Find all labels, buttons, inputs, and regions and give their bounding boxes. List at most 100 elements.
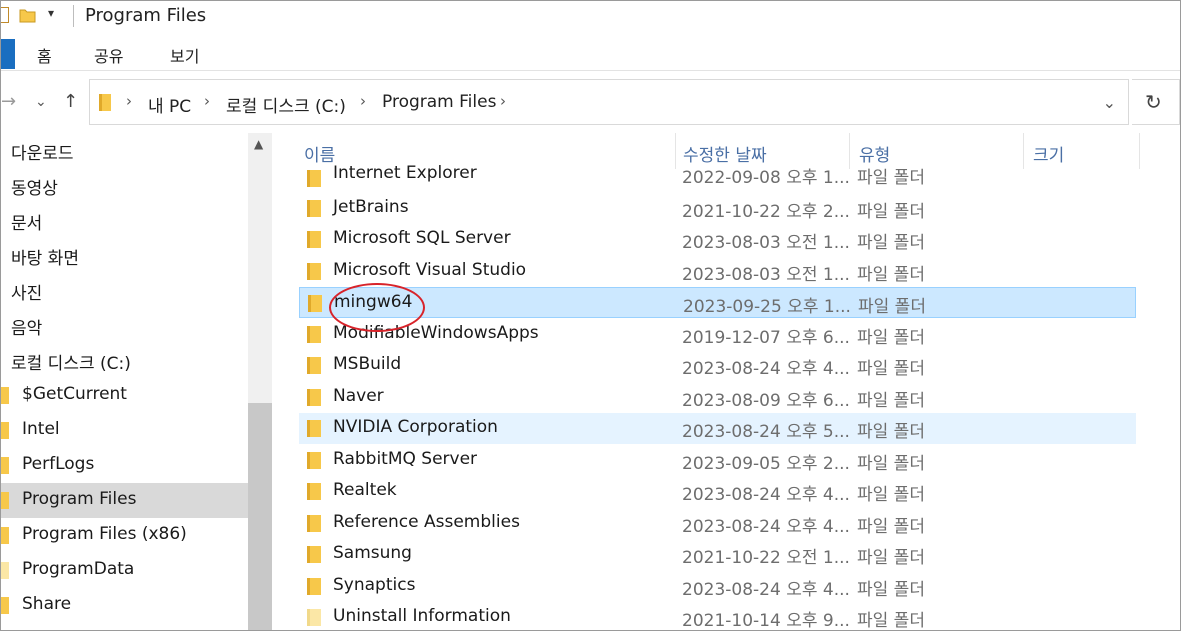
nav-item[interactable]: 사진 xyxy=(1,273,248,308)
title-bar: ▾ Program Files xyxy=(1,1,1180,31)
nav-item-label: PerfLogs xyxy=(22,454,95,474)
file-modified-date: 2021-10-22 오전 1... xyxy=(682,548,850,568)
properties-icon[interactable] xyxy=(1,7,9,23)
title-separator xyxy=(73,5,74,27)
file-name: Realtek xyxy=(333,480,397,500)
address-history-dropdown-icon[interactable]: ⌄ xyxy=(1103,93,1116,112)
folder-icon xyxy=(1,562,9,579)
customize-toolbar-dropdown-icon[interactable]: ▾ xyxy=(48,6,54,20)
file-modified-date: 2023-09-05 오후 2... xyxy=(682,454,850,474)
forward-arrow-icon[interactable]: → xyxy=(1,91,16,112)
navigation-pane-scrollbar[interactable]: ▲ xyxy=(248,133,272,630)
nav-item[interactable]: Program Files xyxy=(1,483,248,518)
file-type: 파일 폴더 xyxy=(857,517,925,537)
file-row[interactable]: ModifiableWindowsApps 2019-12-07 오후 6... 파… xyxy=(299,319,1136,350)
file-type: 파일 폴더 xyxy=(857,611,925,631)
nav-item[interactable]: 로컬 디스크 (C:) xyxy=(1,343,248,378)
file-modified-date: 2023-08-09 오후 6... xyxy=(682,391,850,411)
file-row[interactable]: Reference Assemblies 2023-08-24 오후 4... 파일… xyxy=(299,508,1136,539)
file-type: 파일 폴더 xyxy=(857,168,925,188)
nav-item[interactable]: 음악 xyxy=(1,308,248,343)
file-type: 파일 폴더 xyxy=(857,265,925,285)
file-name: RabbitMQ Server xyxy=(333,449,478,469)
nav-item-label: 로컬 디스크 (C:) xyxy=(11,354,131,374)
folder-icon xyxy=(307,420,321,437)
folder-icon xyxy=(1,457,9,474)
nav-item[interactable]: 문서 xyxy=(1,203,248,238)
file-type: 파일 폴더 xyxy=(857,233,925,253)
file-type: 파일 폴더 xyxy=(857,202,925,222)
folder-icon xyxy=(307,326,321,343)
file-row[interactable]: Naver 2023-08-09 오후 6... 파일 폴더 xyxy=(299,382,1136,413)
file-row[interactable]: RabbitMQ Server 2023-09-05 오후 2... 파일 폴더 xyxy=(299,445,1136,476)
folder-icon xyxy=(307,231,321,248)
nav-item-label: $GetCurrent xyxy=(22,384,127,404)
recent-locations-chevron-icon[interactable]: ⌄ xyxy=(35,94,47,110)
folder-icon xyxy=(307,578,321,595)
breadcrumb-chevron-icon[interactable]: › xyxy=(126,92,132,110)
folder-icon xyxy=(307,515,321,532)
file-row[interactable]: Samsung 2021-10-22 오전 1... 파일 폴더 xyxy=(299,539,1136,570)
tab-view[interactable]: 보기 xyxy=(170,43,199,67)
column-divider[interactable] xyxy=(1139,133,1140,169)
nav-item[interactable]: 바탕 화면 xyxy=(1,238,248,273)
up-arrow-icon[interactable]: ↑ xyxy=(63,91,78,112)
file-type: 파일 폴더 xyxy=(857,580,925,600)
folder-icon xyxy=(1,492,9,509)
refresh-button[interactable]: ↻ xyxy=(1132,79,1180,125)
file-row[interactable]: Microsoft SQL Server 2023-08-03 오전 1... 파일… xyxy=(299,224,1136,255)
file-name: MSBuild xyxy=(333,354,402,374)
folder-icon xyxy=(99,94,111,111)
file-modified-date: 2019-12-07 오후 6... xyxy=(682,328,850,348)
nav-item-label: Share xyxy=(22,594,72,614)
breadcrumb-program-files[interactable]: Program Files xyxy=(382,92,496,112)
breadcrumb-local-disk[interactable]: 로컬 디스크 (C:) xyxy=(226,92,346,117)
file-type: 파일 폴더 xyxy=(857,422,925,442)
scrollbar-thumb[interactable] xyxy=(248,403,272,630)
nav-item[interactable]: Program Files (x86) xyxy=(1,518,248,553)
file-name: Internet Explorer xyxy=(333,163,477,183)
tab-home[interactable]: 홈 xyxy=(37,43,52,67)
file-row[interactable]: NVIDIA Corporation 2023-08-24 오후 5... 파일 폴… xyxy=(299,413,1136,444)
file-row[interactable]: Synaptics 2023-08-24 오후 4... 파일 폴더 xyxy=(299,571,1136,602)
file-modified-date: 2022-09-08 오후 1... xyxy=(682,168,850,188)
file-row[interactable]: JetBrains 2021-10-22 오후 2... 파일 폴더 xyxy=(299,193,1136,224)
tab-share[interactable]: 공유 xyxy=(94,43,123,67)
file-tab[interactable] xyxy=(1,39,15,69)
breadcrumb-this-pc[interactable]: 내 PC xyxy=(148,92,191,117)
nav-item[interactable]: 다운로드 xyxy=(1,133,248,168)
folder-icon xyxy=(307,389,321,406)
folder-icon xyxy=(307,170,321,187)
folder-icon xyxy=(307,357,321,374)
nav-item[interactable]: 동영상 xyxy=(1,168,248,203)
file-type: 파일 폴더 xyxy=(858,297,926,317)
breadcrumb-chevron-icon[interactable]: › xyxy=(360,92,366,110)
breadcrumb-chevron-icon[interactable]: › xyxy=(204,92,210,110)
file-row[interactable]: Internet Explorer 2022-09-08 오후 1... 파일 폴더 xyxy=(299,163,1136,190)
scroll-up-arrow-icon[interactable]: ▲ xyxy=(254,137,263,151)
folder-icon xyxy=(307,452,321,469)
file-row[interactable]: MSBuild 2023-08-24 오후 4... 파일 폴더 xyxy=(299,350,1136,381)
nav-item[interactable]: Intel xyxy=(1,413,248,448)
file-type: 파일 폴더 xyxy=(857,391,925,411)
file-row[interactable]: Microsoft Visual Studio 2023-08-03 오전 1..… xyxy=(299,256,1136,287)
file-name: Uninstall Information xyxy=(333,606,511,626)
sort-ascending-caret-icon: ^ xyxy=(478,133,489,142)
nav-item[interactable]: Share xyxy=(1,588,248,623)
file-list: ^ 이름 수정한 날짜 유형 크기 Internet Explorer 2022-… xyxy=(273,133,1180,631)
breadcrumb-chevron-icon[interactable]: › xyxy=(500,92,506,110)
file-modified-date: 2023-09-25 오후 1... xyxy=(683,297,851,317)
nav-item[interactable]: ProgramData xyxy=(1,553,248,588)
address-bar[interactable]: › 내 PC › 로컬 디스크 (C:) › Program Files › ⌄ xyxy=(89,79,1129,125)
file-modified-date: 2023-08-24 오후 4... xyxy=(682,517,850,537)
nav-item[interactable]: $GetCurrent xyxy=(1,378,248,413)
new-folder-icon[interactable] xyxy=(19,8,36,23)
file-row[interactable]: Realtek 2023-08-24 오후 4... 파일 폴더 xyxy=(299,476,1136,507)
nav-item-label: 문서 xyxy=(11,214,43,234)
file-row[interactable]: mingw64 2023-09-25 오후 1... 파일 폴더 xyxy=(299,287,1136,318)
file-name: Microsoft Visual Studio xyxy=(333,260,527,280)
nav-item-label: Program Files xyxy=(22,489,137,509)
nav-item-label: 다운로드 xyxy=(11,144,74,164)
nav-item[interactable]: PerfLogs xyxy=(1,448,248,483)
file-row[interactable]: Uninstall Information 2021-10-14 오후 9... 파… xyxy=(299,602,1136,631)
